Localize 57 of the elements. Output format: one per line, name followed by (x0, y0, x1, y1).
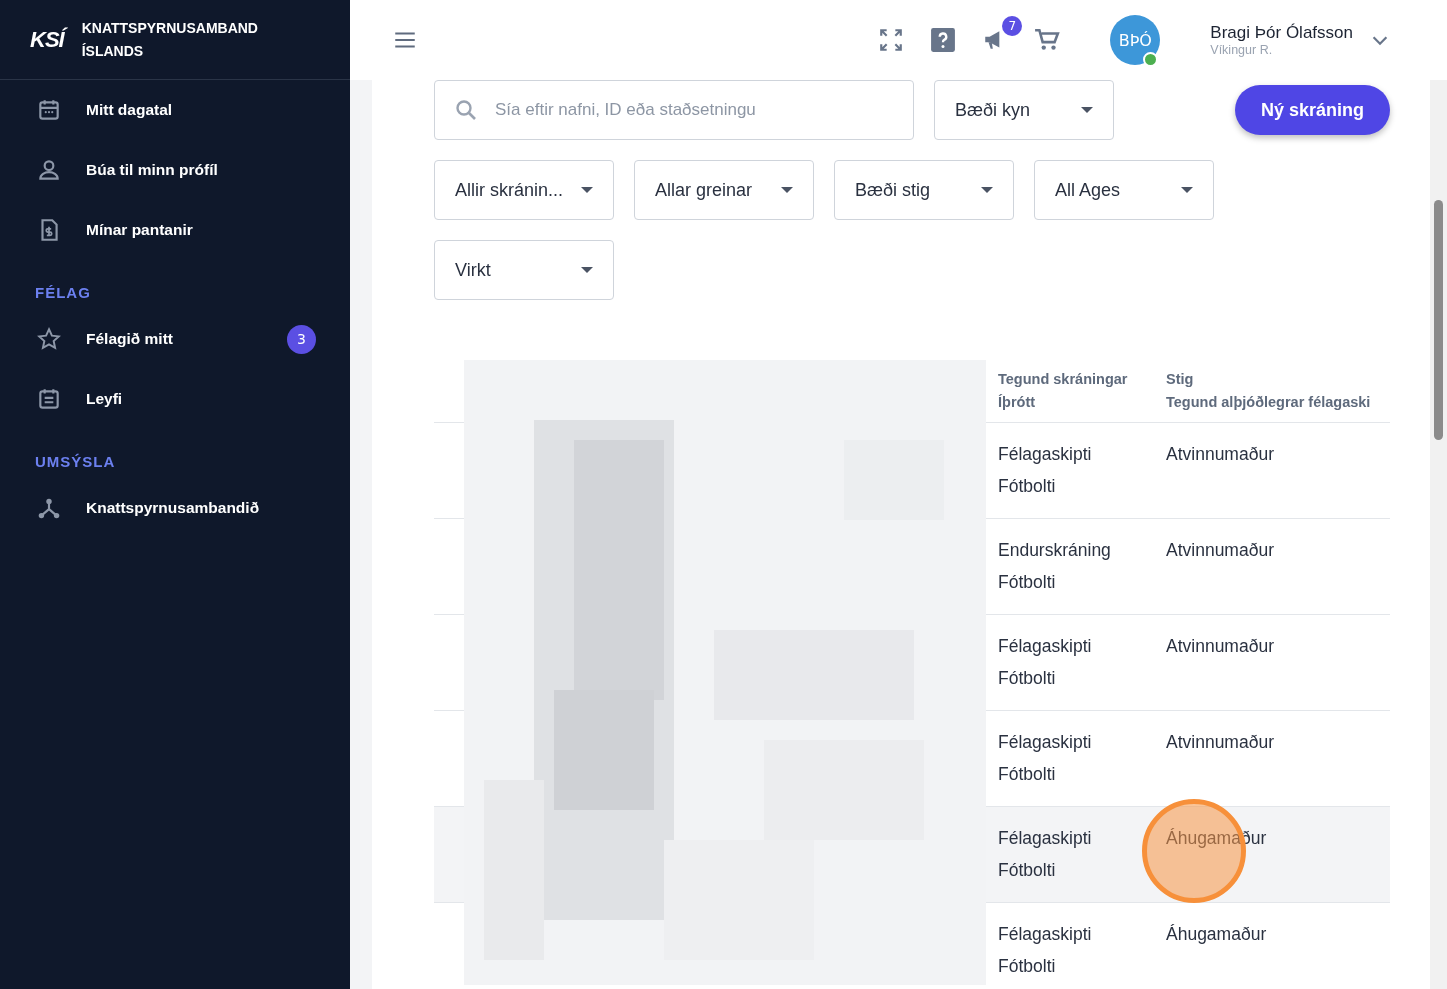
help-icon[interactable] (930, 27, 957, 53)
sidebar-item[interactable]: Mínar pantanir (0, 200, 350, 260)
calendar-icon (36, 386, 62, 412)
calendar-icon (36, 97, 62, 123)
column-header: Stig (1166, 370, 1195, 389)
table-cell-text: Fótbolti (998, 859, 1057, 881)
table-cell-text: Atvinnumaður (1166, 443, 1275, 465)
search-icon (454, 98, 478, 122)
count-badge: 3 (287, 324, 316, 354)
table-cell-text: Félagaskipti (998, 443, 1093, 465)
sidebar-item[interactable]: Leyfi (0, 369, 350, 429)
filter-dropdown[interactable]: Virkt (434, 240, 614, 300)
filter-dropdown[interactable]: Allir skránin... (434, 160, 614, 220)
table-cell-text: Félagaskipti (998, 827, 1093, 849)
sidebar-item[interactable]: Búa til minn prófíl (0, 140, 350, 200)
table-cell-text: Félagaskipti (998, 923, 1093, 945)
gender-dropdown[interactable]: Bæði kyn (934, 80, 1114, 140)
table-cell-text: Atvinnumaður (1166, 731, 1275, 753)
table-cell-text: Atvinnumaður (1166, 635, 1275, 657)
table-cell-text: Félagaskipti (998, 635, 1093, 657)
filter-dropdown[interactable]: Bæði stig (834, 160, 1014, 220)
filter-dropdown[interactable]: Allar greinar (634, 160, 814, 220)
table-cell-text: Fótbolti (998, 667, 1057, 689)
search-field[interactable]: Sía eftir nafni, ID eða staðsetningu (434, 80, 914, 140)
fullscreen-icon[interactable] (878, 27, 905, 53)
section-heading: FÉLAG (34, 283, 92, 303)
table-cell-text: Fótbolti (998, 763, 1057, 785)
sidebar-item[interactable]: Félagið mitt 3 (0, 309, 350, 369)
table-cell-text: Fótbolti (998, 475, 1057, 497)
column-header: Tegund skráningar (998, 370, 1129, 389)
table-cell-text: Atvinnumaður (1166, 539, 1275, 561)
caret-icon (1181, 187, 1193, 193)
caret-icon (581, 267, 593, 273)
scrollbar[interactable] (1430, 80, 1447, 989)
notification-badge: 7 (1002, 16, 1023, 36)
table-cell-text: Fótbolti (998, 571, 1057, 593)
sidebar-item[interactable]: Mitt dagatal (0, 80, 350, 140)
person-icon (36, 157, 62, 183)
table-cell-text: Félagaskipti (998, 731, 1093, 753)
cart-icon[interactable] (1034, 27, 1061, 53)
organization-name: KNATTSPYRNUSAMBAND ÍSLANDS (81, 18, 258, 61)
column-header: Tegund alþjóðlegrar félagaski (1166, 393, 1372, 412)
section-heading: UMSÝSLA (34, 452, 117, 472)
filter-dropdown[interactable]: All Ages (1034, 160, 1214, 220)
caret-icon (1081, 107, 1093, 113)
caret-icon (581, 187, 593, 193)
table-cell-text: Endurskráning (998, 539, 1112, 561)
table-cell-text: Áhugamaður (1166, 923, 1268, 945)
sidebar-item[interactable]: Knattspyrnusambandið (0, 478, 350, 538)
new-registration-button[interactable]: Ný skráning (1234, 85, 1390, 135)
caret-icon (981, 187, 993, 193)
caret-icon (781, 187, 793, 193)
column-header: Íþrótt (998, 393, 1037, 412)
user-name: Bragi Þór Ólafsson (1210, 23, 1353, 43)
user-club: Víkingur R. (1210, 43, 1274, 57)
star-icon (36, 326, 62, 352)
table-cell-text: Fótbolti (998, 955, 1057, 977)
